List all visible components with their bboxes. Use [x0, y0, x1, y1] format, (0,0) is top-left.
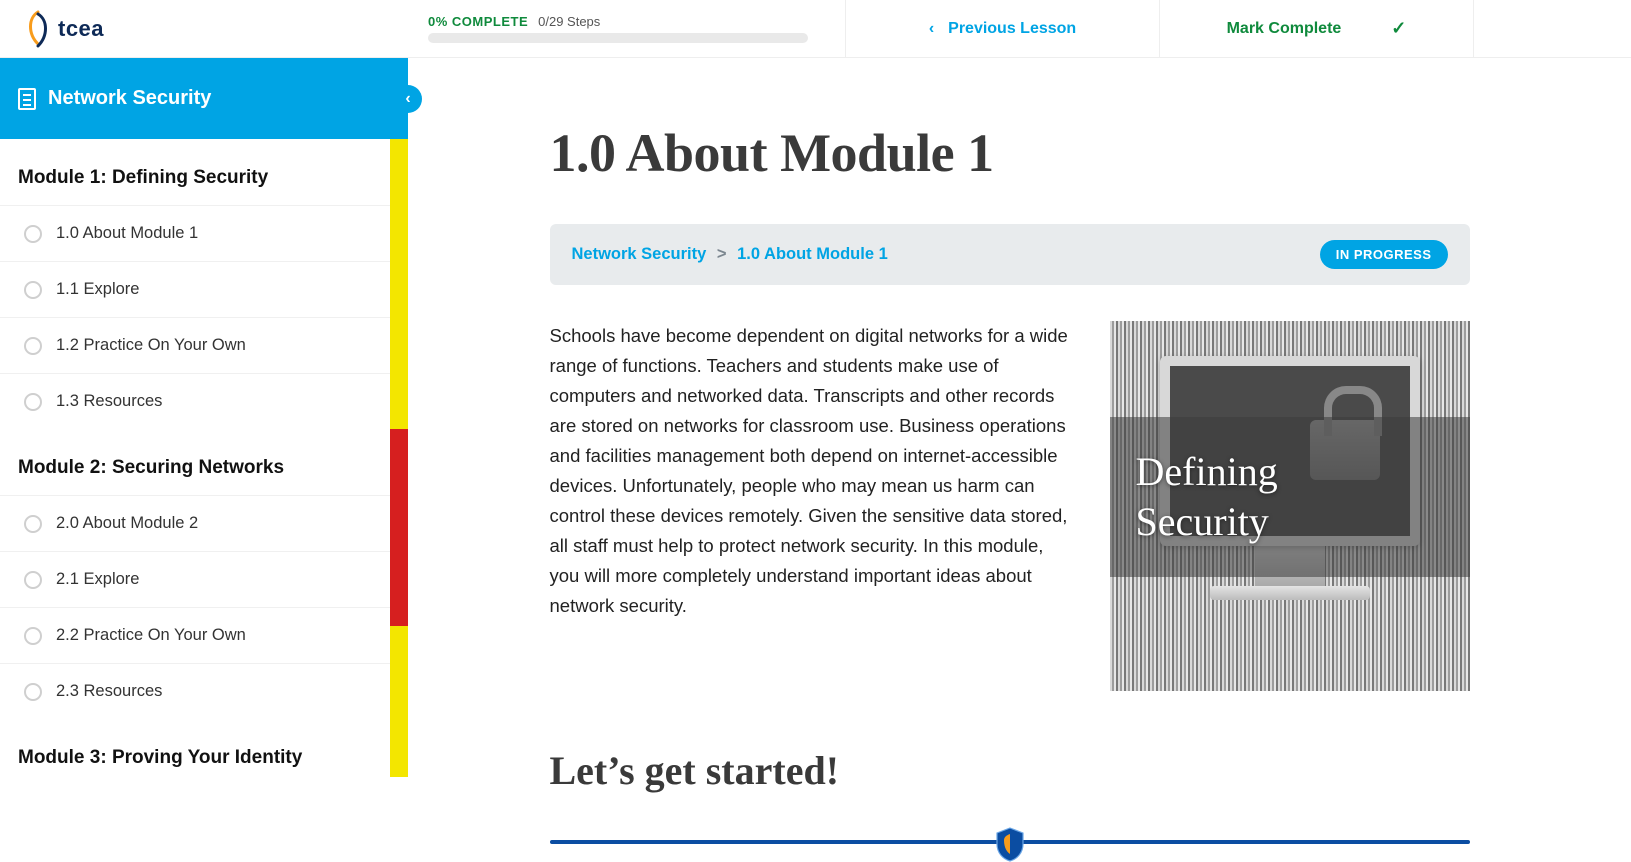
status-circle-icon — [24, 571, 42, 589]
brand-name: tcea — [58, 16, 104, 42]
module-1-title[interactable]: Module 1: Defining Security — [0, 139, 408, 205]
top-bar: tcea 0% COMPLETE 0/29 Steps ‹ Previous L… — [0, 0, 1631, 58]
check-icon: ✓ — [1391, 18, 1406, 39]
lesson-label: 1.1 Explore — [56, 280, 139, 299]
module-stripe — [390, 719, 408, 777]
lesson-1-3[interactable]: 1.3 Resources — [0, 373, 408, 429]
lesson-2-1[interactable]: 2.1 Explore — [0, 551, 408, 607]
progress-bar — [428, 33, 808, 43]
status-circle-icon — [24, 337, 42, 355]
collapse-sidebar-button[interactable]: ‹ — [394, 85, 422, 113]
percent-complete-label: 0% COMPLETE — [428, 14, 528, 29]
module-2: Module 2: Securing Networks 2.0 About Mo… — [0, 429, 408, 719]
lesson-2-2[interactable]: 2.2 Practice On Your Own — [0, 607, 408, 663]
document-icon — [18, 88, 36, 110]
lesson-label: 2.2 Practice On Your Own — [56, 626, 246, 645]
main-content: 1.0 About Module 1 Network Security > 1.… — [408, 58, 1631, 862]
intro-paragraph: Schools have become dependent on digital… — [550, 321, 1070, 621]
lesson-label: 2.1 Explore — [56, 570, 139, 589]
breadcrumb-current: 1.0 About Module 1 — [737, 245, 888, 263]
lesson-label: 1.3 Resources — [56, 392, 162, 411]
module-stripe — [390, 429, 408, 626]
hero-overlay-text: Defining Security — [1136, 447, 1278, 547]
chevron-left-icon: ‹ — [929, 20, 934, 38]
lesson-1-2[interactable]: 1.2 Practice On Your Own — [0, 317, 408, 373]
course-header[interactable]: Network Security ‹ — [0, 58, 408, 139]
course-title: Network Security — [48, 87, 211, 110]
previous-lesson-label: Previous Lesson — [948, 20, 1076, 38]
lesson-label: 2.0 About Module 2 — [56, 514, 198, 533]
logo-cell: tcea — [0, 0, 408, 57]
status-circle-icon — [24, 683, 42, 701]
breadcrumb-root[interactable]: Network Security — [572, 245, 707, 263]
module-stripe — [390, 139, 408, 429]
lesson-1-1[interactable]: 1.1 Explore — [0, 261, 408, 317]
lesson-label: 1.2 Practice On Your Own — [56, 336, 246, 355]
module-stripe — [390, 626, 408, 719]
brand-swirl-icon — [22, 10, 54, 48]
lesson-2-0[interactable]: 2.0 About Module 2 — [0, 495, 408, 551]
mark-complete-button[interactable]: Mark Complete ✓ — [1160, 0, 1474, 57]
page-title: 1.0 About Module 1 — [550, 122, 1470, 184]
status-circle-icon — [24, 225, 42, 243]
steps-label: 0/29 Steps — [538, 14, 600, 29]
previous-lesson-button[interactable]: ‹ Previous Lesson — [846, 0, 1160, 57]
lesson-label: 2.3 Resources — [56, 682, 162, 701]
hero-overlay-line1: Defining — [1136, 447, 1278, 497]
hero-overlay-line2: Security — [1136, 497, 1278, 547]
module-1: Module 1: Defining Security 1.0 About Mo… — [0, 139, 408, 429]
status-circle-icon — [24, 281, 42, 299]
breadcrumb-separator: > — [711, 245, 733, 263]
section-divider — [550, 826, 1470, 862]
mark-complete-label: Mark Complete — [1227, 20, 1342, 38]
shield-icon — [993, 826, 1027, 862]
hero-image: Defining Security — [1110, 321, 1470, 691]
hero-overlay: Defining Security — [1110, 417, 1470, 577]
sidebar: Network Security ‹ Module 1: Defining Se… — [0, 58, 408, 862]
lesson-2-3[interactable]: 2.3 Resources — [0, 663, 408, 719]
breadcrumb-bar: Network Security > 1.0 About Module 1 IN… — [550, 224, 1470, 285]
status-circle-icon — [24, 627, 42, 645]
module-3-title[interactable]: Module 3: Proving Your Identity — [0, 719, 408, 777]
monitor-base — [1210, 586, 1370, 600]
lesson-label: 1.0 About Module 1 — [56, 224, 198, 243]
status-circle-icon — [24, 393, 42, 411]
progress-cell: 0% COMPLETE 0/29 Steps — [408, 0, 846, 57]
status-circle-icon — [24, 515, 42, 533]
lets-get-started-heading: Let’s get started! — [550, 747, 1470, 794]
module-2-title[interactable]: Module 2: Securing Networks — [0, 429, 408, 495]
status-badge: IN PROGRESS — [1320, 240, 1448, 269]
breadcrumb: Network Security > 1.0 About Module 1 — [572, 245, 888, 264]
module-3: Module 3: Proving Your Identity — [0, 719, 408, 777]
topbar-spacer — [1474, 0, 1631, 57]
lesson-1-0[interactable]: 1.0 About Module 1 — [0, 205, 408, 261]
brand-logo[interactable]: tcea — [22, 10, 104, 48]
